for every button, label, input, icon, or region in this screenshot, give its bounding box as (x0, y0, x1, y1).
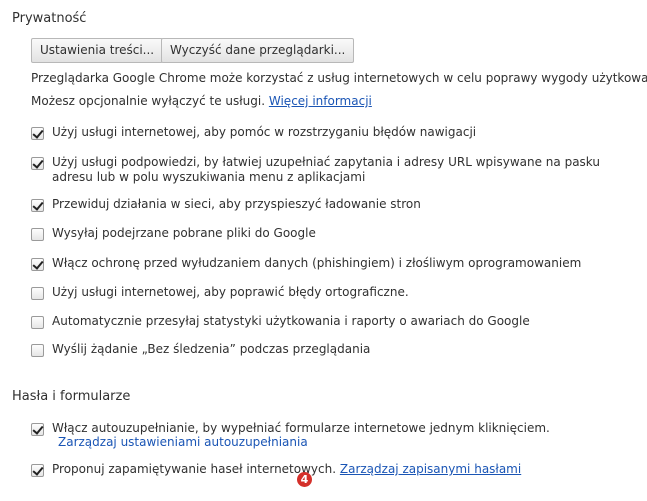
privacy-intro-line2: Możesz opcjonalnie wyłączyć te usługi. W… (31, 94, 372, 108)
checkbox[interactable] (31, 127, 44, 140)
checkbox[interactable] (31, 199, 44, 212)
checkbox-label: Proponuj zapamiętywanie haseł internetow… (52, 462, 521, 477)
checkbox-label: Wyślij żądanie „Bez śledzenia” podczas p… (52, 342, 371, 356)
checkbox[interactable] (31, 344, 44, 357)
checkbox-label: Użyj usługi internetowej, aby pomóc w ro… (52, 125, 477, 139)
checkbox[interactable] (31, 228, 44, 241)
checkbox[interactable] (31, 464, 44, 477)
checkbox-label: Wysyłaj podejrzane pobrane pliki do Goog… (52, 226, 316, 240)
checkbox-label: Automatycznie przesyłaj statystyki użytk… (52, 314, 530, 328)
checkbox[interactable] (31, 316, 44, 329)
checkbox[interactable] (31, 423, 44, 436)
privacy-section-title: Prywatność (12, 11, 87, 26)
privacy-intro-text: Możesz opcjonalnie wyłączyć te usługi. (31, 94, 266, 108)
manage-autofill-link[interactable]: Zarządzaj ustawieniami autouzupełniania (58, 435, 308, 449)
checkbox[interactable] (31, 258, 44, 271)
checkbox-label: Włącz ochronę przed wyłudzaniem danych (… (52, 256, 582, 270)
checkbox-label: Włącz autouzupełnianie, by wypełniać for… (52, 421, 550, 435)
clear-browsing-data-button[interactable]: Wyczyść dane przeglądarki... (161, 38, 355, 63)
checkbox-label: Użyj usługi podpowiedzi, by łatwiej uzup… (52, 155, 600, 184)
save-passwords-label: Proponuj zapamiętywanie haseł internetow… (52, 462, 337, 476)
checkbox[interactable] (31, 287, 44, 300)
content-settings-button[interactable]: Ustawienia treści... (31, 38, 164, 63)
checkbox-label: Użyj usługi internetowej, aby poprawić b… (52, 285, 409, 299)
more-info-link[interactable]: Więcej informacji (269, 94, 372, 108)
checkbox-label: Przewiduj działania w sieci, aby przyspi… (52, 197, 421, 211)
privacy-intro-line1: Przeglądarka Google Chrome może korzysta… (31, 71, 647, 85)
passwords-section-title: Hasła i formularze (12, 389, 131, 404)
manage-passwords-link[interactable]: Zarządzaj zapisanymi hasłami (340, 462, 521, 476)
checkbox[interactable] (31, 157, 44, 170)
step-number-badge: 4 (297, 472, 312, 487)
